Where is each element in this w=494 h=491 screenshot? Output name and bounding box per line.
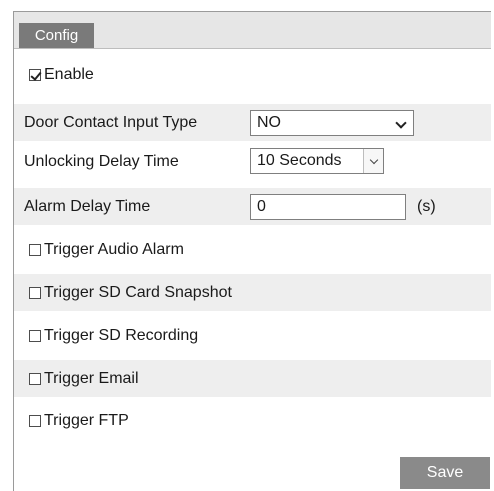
trigger-row: Trigger SD Recording [14,317,491,354]
save-button[interactable]: Save [400,457,490,489]
trigger-email-label: Trigger Email [44,369,139,387]
trigger-row: Trigger FTP [14,402,491,439]
dropdown-arrow-icon[interactable] [363,149,383,173]
enable-checkbox[interactable]: Enable [29,66,94,84]
door-contact-label: Door Contact Input Type [24,113,198,131]
tab-bar: Config [14,12,491,49]
alarm-delay-row: Alarm Delay Time 0 (s) [14,188,491,225]
door-contact-value: NO [257,114,281,131]
door-contact-select[interactable]: NO [250,110,414,136]
trigger-row: Trigger SD Card Snapshot [14,274,491,311]
alarm-delay-input[interactable]: 0 [250,194,406,220]
trigger-ftp-label: Trigger FTP [44,411,129,429]
config-panel: Config Enable Door Contact Input Type NO… [13,11,491,491]
enable-row: Enable [14,56,491,93]
trigger-ftp-box[interactable] [29,414,41,427]
alarm-delay-unit: (s) [417,197,436,215]
alarm-delay-label: Alarm Delay Time [24,197,151,215]
trigger-row: Trigger Email [14,360,491,397]
chevron-down-icon [395,117,407,129]
unlocking-delay-row: Unlocking Delay Time 10 Seconds [14,143,491,180]
trigger-email-checkbox[interactable]: Trigger Email [29,370,139,388]
trigger-sd-snapshot-label: Trigger SD Card Snapshot [44,283,232,301]
trigger-sd-recording-box[interactable] [29,329,41,342]
trigger-email-box[interactable] [29,372,41,385]
trigger-audio-alarm-label: Trigger Audio Alarm [44,240,184,258]
enable-label: Enable [44,65,94,83]
trigger-sd-snapshot-checkbox[interactable]: Trigger SD Card Snapshot [29,284,232,302]
trigger-audio-alarm-checkbox[interactable]: Trigger Audio Alarm [29,241,184,259]
trigger-sd-recording-checkbox[interactable]: Trigger SD Recording [29,327,198,345]
enable-checkbox-box[interactable] [29,68,41,81]
unlocking-delay-value: 10 Seconds [257,152,342,169]
trigger-row: Trigger Audio Alarm [14,231,491,268]
trigger-sd-recording-label: Trigger SD Recording [44,326,199,344]
door-contact-row: Door Contact Input Type NO [14,104,491,141]
trigger-ftp-checkbox[interactable]: Trigger FTP [29,412,129,430]
trigger-audio-alarm-box[interactable] [29,243,41,256]
unlocking-delay-label: Unlocking Delay Time [24,152,179,170]
trigger-sd-snapshot-box[interactable] [29,286,41,299]
tab-config[interactable]: Config [19,23,94,48]
unlocking-delay-select[interactable]: 10 Seconds [250,148,384,174]
